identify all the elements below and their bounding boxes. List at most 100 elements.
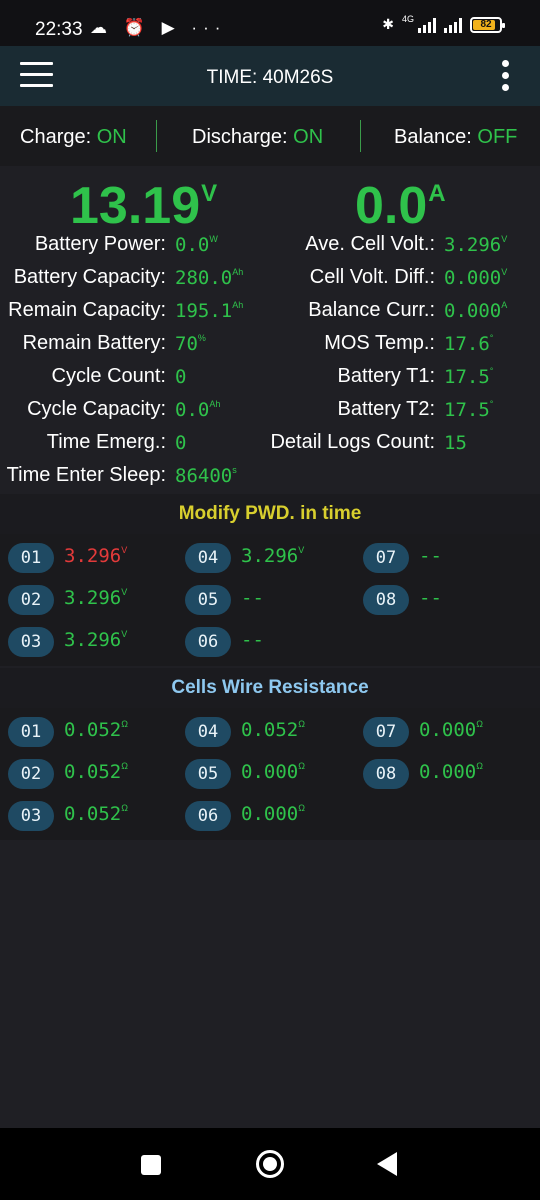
recents-button[interactable] xyxy=(141,1155,161,1175)
network-type: 4G xyxy=(401,13,414,24)
cell-voltage-value: 3.296V xyxy=(64,545,127,567)
stat-value-text: 86400 xyxy=(175,465,233,487)
balance-value: OFF xyxy=(477,126,518,148)
stat-unit: ° xyxy=(489,333,494,343)
system-nav-bar xyxy=(0,1128,540,1200)
stat-value: 17.5° xyxy=(444,399,493,421)
cell-resistance-cell: 02 0.052Ω xyxy=(8,759,178,793)
cell-voltage-unit: V xyxy=(298,545,305,555)
cell-resistance-value-text: 0.052 xyxy=(64,761,122,783)
cell-voltage-cell: 04 3.296V xyxy=(185,543,355,577)
cell-voltage-value: 3.296V xyxy=(64,629,127,651)
total-voltage: 13.19V xyxy=(70,176,217,236)
cell-resistance-unit: Ω xyxy=(298,803,305,813)
divider xyxy=(360,120,361,152)
cell-voltage-value-text: -- xyxy=(419,545,442,567)
status-time: 22:33 xyxy=(35,19,83,40)
battery-icon: 82 xyxy=(470,16,505,33)
home-button[interactable] xyxy=(256,1150,284,1178)
cell-resistance-unit: Ω xyxy=(121,803,128,813)
cell-resistance-unit: Ω xyxy=(298,719,305,729)
cell-number-badge: 05 xyxy=(185,759,231,789)
cell-number-badge: 07 xyxy=(363,543,409,573)
cell-voltage-value: -- xyxy=(241,629,264,651)
cell-resistance-cell: 06 0.000Ω xyxy=(185,801,355,835)
stat-label: Time Enter Sleep: xyxy=(6,464,166,486)
balance-label: Balance: xyxy=(394,126,472,148)
stat-unit: ° xyxy=(489,366,494,376)
cell-number-badge: 05 xyxy=(185,585,231,615)
notification-icons: ☁ ⏰ ▶ ··· xyxy=(90,18,227,37)
stat-label: Cell Volt. Diff.: xyxy=(309,266,435,288)
page-title: TIME: 40M26S xyxy=(206,67,334,88)
signal-icon-2 xyxy=(444,17,462,33)
cell-resistance-unit: Ω xyxy=(476,761,483,771)
cell-voltage-panel: 01 3.296V 02 3.296V 03 3.296V 04 3.296V 05 -- 06 --… xyxy=(0,534,540,666)
cell-resistance-cell: 01 0.052Ω xyxy=(8,717,178,751)
cell-number-badge: 08 xyxy=(363,585,409,615)
voltage-value: 13.19 xyxy=(70,177,201,235)
cell-number-badge: 04 xyxy=(185,717,231,747)
discharge-value: ON xyxy=(293,126,324,148)
current-value: 0.0 xyxy=(355,177,428,235)
cell-resistance-value-text: 0.000 xyxy=(419,719,477,741)
more-options-icon[interactable] xyxy=(498,60,512,92)
cell-number-badge: 03 xyxy=(8,801,54,831)
stat-row: Cell Volt. Diff.: xyxy=(0,266,435,296)
cell-voltage-value: -- xyxy=(241,587,264,609)
app-bar: TIME: 40M26S xyxy=(0,46,540,106)
cell-resistance-value-text: 0.000 xyxy=(241,761,299,783)
discharge-status[interactable]: Discharge: ON xyxy=(192,126,323,149)
stat-row: Time Enter Sleep: xyxy=(0,464,166,494)
cell-resistance-cell: 05 0.000Ω xyxy=(185,759,355,793)
cell-voltage-value-text: -- xyxy=(241,587,264,609)
divider xyxy=(156,120,157,152)
cell-voltage-cell: 06 -- xyxy=(185,627,355,661)
stat-value: 3.296V xyxy=(444,234,507,256)
cell-resistance-value-text: 0.000 xyxy=(241,803,299,825)
stat-label: Balance Curr.: xyxy=(308,299,435,321)
cell-resistance-value: 0.000Ω xyxy=(419,719,483,741)
stat-row: Balance Curr.: xyxy=(0,299,435,329)
cell-resistance-unit: Ω xyxy=(298,761,305,771)
cell-voltage-cell: 05 -- xyxy=(185,585,355,619)
cell-resistance-value: 0.052Ω xyxy=(64,803,128,825)
stat-unit: s xyxy=(232,465,237,475)
cell-voltage-value-text: 3.296 xyxy=(64,545,122,567)
cell-voltage-unit: V xyxy=(121,587,128,597)
stat-unit: A xyxy=(501,300,508,310)
bluetooth-icon: ✱ xyxy=(382,16,394,32)
cell-resistance-unit: Ω xyxy=(121,719,128,729)
cell-number-badge: 04 xyxy=(185,543,231,573)
cell-resistance-cell: 07 0.000Ω xyxy=(363,717,533,751)
signal-icon xyxy=(418,17,436,33)
cell-voltage-value: 3.296V xyxy=(64,587,127,609)
cell-resistance-value: 0.000Ω xyxy=(419,761,483,783)
cell-voltage-value: 3.296V xyxy=(241,545,304,567)
status-right: ✱ 4G 82 xyxy=(382,13,505,33)
stat-unit: ° xyxy=(489,399,494,409)
stat-value-text: 17.5 xyxy=(444,399,490,421)
stat-value: 17.5° xyxy=(444,366,493,388)
stat-label: Battery T1: xyxy=(337,365,435,387)
stat-row: Ave. Cell Volt.: xyxy=(0,233,435,263)
cell-number-badge: 06 xyxy=(185,801,231,831)
back-button[interactable] xyxy=(377,1152,397,1176)
charge-label: Charge: xyxy=(20,126,92,148)
cell-resistance-value: 0.000Ω xyxy=(241,803,305,825)
cell-resistance-value-text: 0.052 xyxy=(241,719,299,741)
balance-status[interactable]: Balance: OFF xyxy=(394,126,517,149)
cell-voltage-value-text: -- xyxy=(419,587,442,609)
cell-number-badge: 06 xyxy=(185,627,231,657)
stat-label: Battery T2: xyxy=(337,398,435,420)
cell-resistance-panel: 01 0.052Ω 02 0.052Ω 03 0.052Ω 04 0.052Ω 05 0.000Ω… xyxy=(0,708,540,840)
cell-voltage-value: -- xyxy=(419,545,442,567)
cell-number-badge: 03 xyxy=(8,627,54,657)
cell-resistance-value: 0.052Ω xyxy=(64,761,128,783)
cell-number-badge: 02 xyxy=(8,585,54,615)
cell-voltage-unit: V xyxy=(121,545,128,555)
stat-value-text: 3.296 xyxy=(444,234,502,256)
cell-voltage-value: -- xyxy=(419,587,442,609)
stat-label: Ave. Cell Volt.: xyxy=(305,233,435,255)
charge-status[interactable]: Charge: ON xyxy=(20,126,127,149)
